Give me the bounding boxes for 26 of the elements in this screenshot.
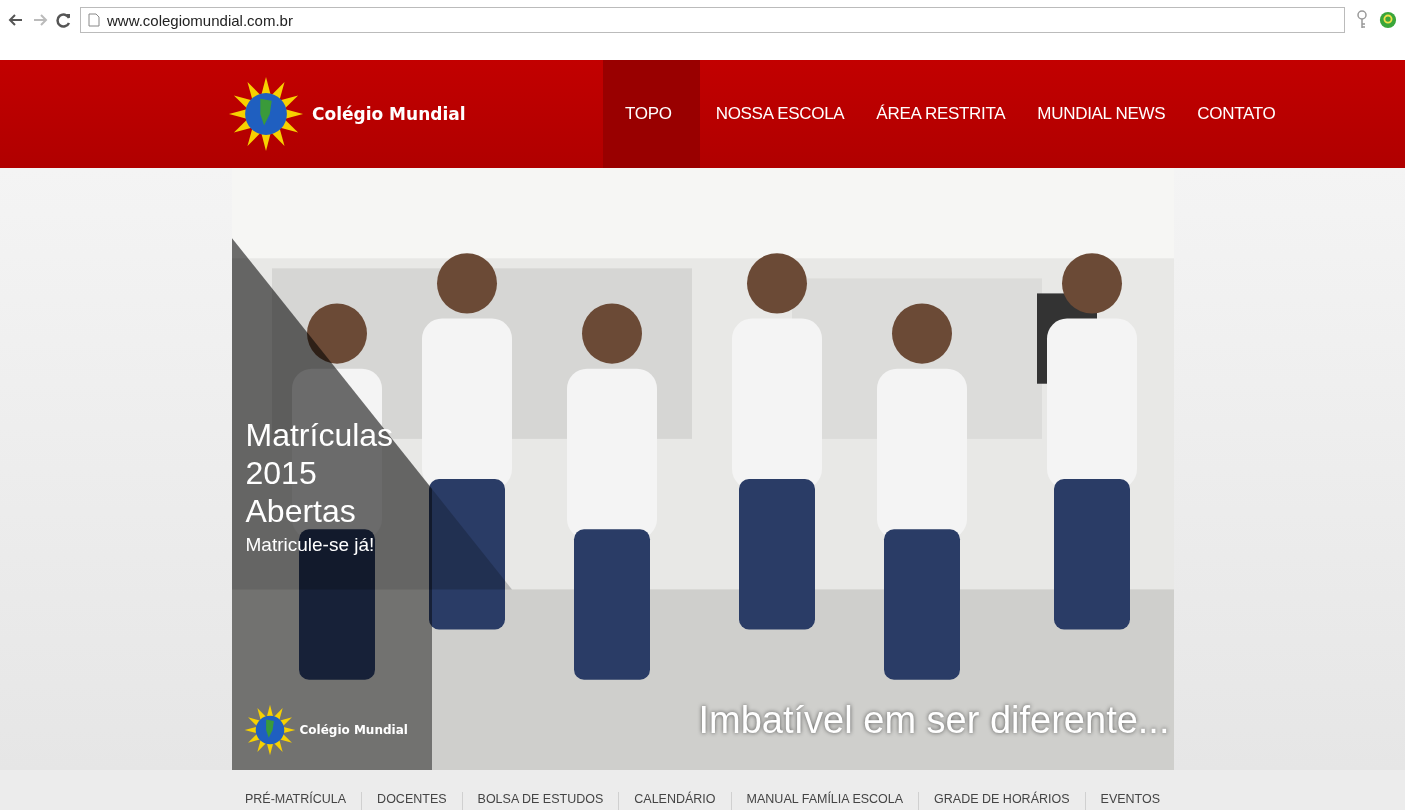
subnav-link[interactable]: PRÉ-MATRÍCULA [229, 792, 363, 810]
nav-link[interactable]: TOPO [603, 60, 700, 168]
subnav-link[interactable]: GRADE DE HORÁRIOS [919, 792, 1086, 810]
reload-icon[interactable] [56, 12, 72, 28]
banner-subline: Matricule-se já! [245, 534, 376, 556]
subnav-link[interactable]: CALENDÁRIO [619, 792, 732, 810]
banner-headline: 2015 [245, 454, 318, 492]
address-field[interactable]: www.colegiomundial.com.br [80, 7, 1345, 33]
subnav-link[interactable]: BOLSA DE ESTUDOS [462, 792, 620, 810]
nav-link[interactable]: CONTATO [1181, 60, 1292, 168]
extension-icon[interactable] [1379, 10, 1397, 30]
nav-link[interactable]: NOSSA ESCOLA [699, 60, 861, 168]
brand-name: Colégio Mundial [299, 723, 408, 737]
nav-link[interactable]: MUNDIAL NEWS [1021, 60, 1182, 168]
subnav-link[interactable]: DOCENTES [362, 792, 463, 810]
brand-name: Colégio Mundial [312, 104, 466, 124]
banner-slogan: Imbatível em ser diferente... [698, 699, 1170, 742]
subnav-link[interactable]: EVENTOS [1085, 792, 1176, 810]
banner-headline: Abertas [245, 492, 357, 530]
nav-link[interactable]: ÁREA RESTRITA [860, 60, 1022, 168]
forward-icon[interactable] [32, 12, 48, 28]
subnav-link[interactable]: MANUAL FAMÍLIA ESCOLA [731, 792, 920, 810]
page-icon [88, 13, 100, 27]
banner-headline: Matrículas [245, 416, 394, 454]
back-icon[interactable] [8, 12, 24, 28]
logo-icon [228, 76, 304, 152]
